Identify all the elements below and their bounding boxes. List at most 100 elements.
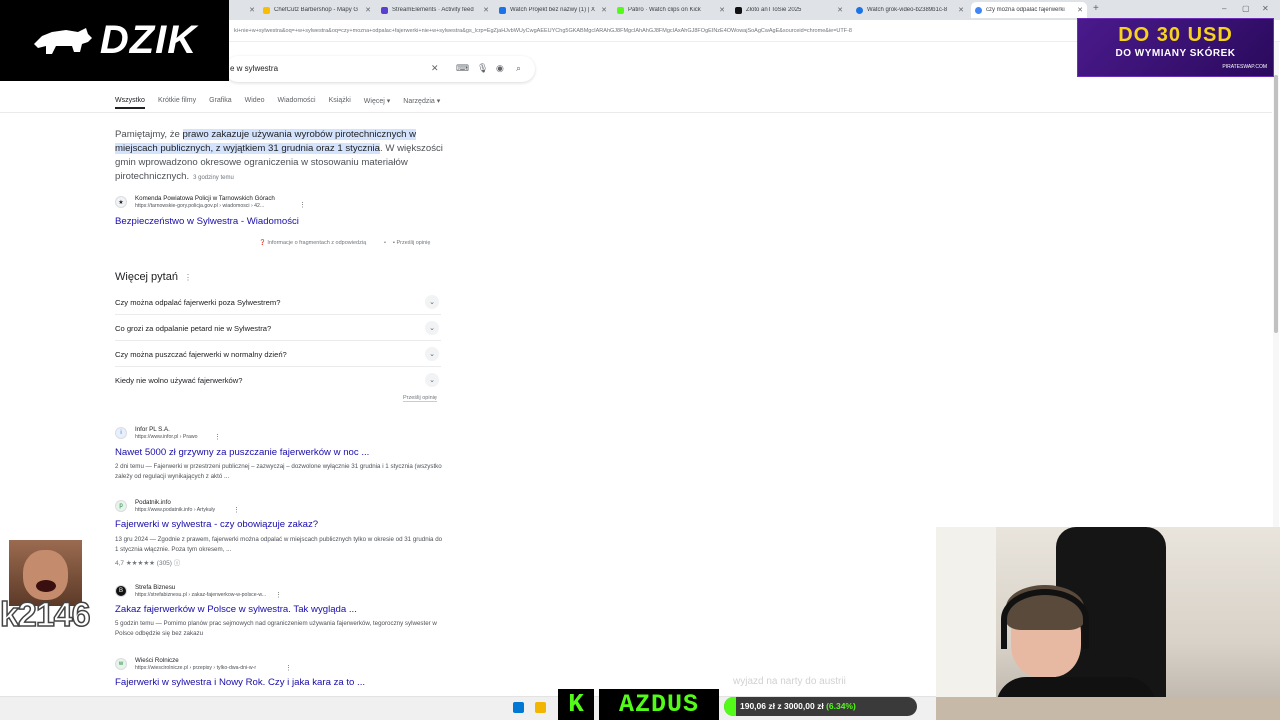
tab-label: Watch Projekt bez nazwy (1) | X: [510, 7, 596, 13]
more-options-icon[interactable]: ⋮: [285, 664, 292, 672]
close-icon[interactable]: ✕: [719, 6, 725, 14]
snippet-source[interactable]: ★ Komenda Powiatowa Policji w Tarnowskic…: [115, 195, 435, 211]
headset-icon: [1001, 589, 1089, 649]
about-label: Informacje o fragmentach z odpowiedzią: [267, 240, 367, 246]
result-link[interactable]: Nawet 5000 zł grzywny za puszczanie faje…: [115, 447, 369, 458]
tab-partial[interactable]: ✕: [229, 2, 259, 18]
channel-logo: DZIK: [0, 0, 229, 81]
more-options-icon[interactable]: ⋮: [214, 433, 221, 441]
close-icon[interactable]: ✕: [483, 6, 489, 14]
search-box[interactable]: e w sylwestra ✕ ⌨ 🎙 ◉ ⌕: [225, 56, 535, 82]
snippet-age: 3 godziny temu: [193, 175, 234, 181]
paa-question[interactable]: Co grozi za odpalanie petard nie w Sylwe…: [115, 315, 441, 341]
paa-question-text: Czy można odpalać fajerwerki poza Sylwes…: [115, 298, 281, 307]
tab-label: [233, 7, 246, 13]
close-icon[interactable]: ✕: [958, 6, 964, 14]
close-icon[interactable]: ✕: [1077, 6, 1083, 14]
result-source[interactable]: w Wieści Rolnicze https://wiescirolnicze…: [115, 657, 435, 673]
maximize-icon[interactable]: ▢: [1242, 4, 1250, 13]
filter-news[interactable]: Wiadomości: [277, 97, 315, 109]
goal-progress-fill: [724, 697, 737, 716]
site-icon: [735, 6, 742, 14]
filter-short-videos[interactable]: Krótkie filmy: [158, 97, 196, 109]
close-icon[interactable]: ✕: [249, 6, 255, 14]
new-tab-button[interactable]: +: [1093, 3, 1099, 14]
tab-label: Złoto anTToSie 2025: [746, 7, 802, 13]
chevron-down-icon[interactable]: ⌄: [425, 295, 439, 309]
separator-dot: •: [384, 240, 386, 246]
divider: [0, 112, 1272, 113]
search-icon[interactable]: ⌕: [516, 63, 521, 74]
tab-maps[interactable]: ChefCutz Barbershop - Mapy G ✕: [259, 2, 375, 18]
result-link[interactable]: Bezpieczeństwo w Sylwestra - Wiadomości: [115, 216, 299, 227]
ad-headline: DO 30 USD: [1118, 24, 1233, 46]
scrollbar-thumb[interactable]: [1274, 75, 1278, 333]
info-icon[interactable]: ⓘ: [174, 560, 181, 567]
filter-images[interactable]: Grafika: [209, 97, 232, 109]
result-source[interactable]: p Podatnik.info https://www.podatnik.inf…: [115, 499, 435, 515]
about-snippets[interactable]: ❓ Informacje o fragmentach z odpowiedzią: [259, 240, 366, 246]
goal-text: 190,06 zł z 3000,00 zł (6.34%): [740, 701, 856, 711]
url-prefix: ki+nie+w+sylwestra&oq=: [234, 28, 295, 34]
close-icon[interactable]: ✕: [365, 6, 371, 14]
globe-icon: [856, 6, 863, 14]
feedback-link[interactable]: ▪ Prześlij opinię: [393, 240, 430, 246]
source-name: Komenda Powiatowa Policji w Tarnowskich …: [135, 195, 275, 202]
tab-grok-video[interactable]: Watch grok-video-b2389b1c-8 ✕: [852, 2, 968, 18]
goal-current: 190,06 zł: [740, 701, 775, 711]
filter-video[interactable]: Wideo: [245, 97, 265, 109]
result-link[interactable]: Fajerwerki w sylwestra - czy obowiązuje …: [115, 519, 318, 530]
filter-tools[interactable]: Narzędzia ▾: [403, 97, 440, 109]
more-options-icon[interactable]: ⋮: [184, 273, 192, 282]
close-window-icon[interactable]: ✕: [1262, 4, 1269, 13]
close-icon[interactable]: ✕: [601, 6, 607, 14]
search-input[interactable]: e w sylwestra: [230, 64, 278, 73]
face-shape: [23, 550, 68, 600]
chevron-down-icon[interactable]: ⌄: [425, 373, 439, 387]
tab-streamelements[interactable]: StreamElements · Activity feed ✕: [377, 2, 493, 18]
windows-start-icon[interactable]: [513, 702, 524, 713]
keyboard-icon[interactable]: ⌨: [456, 63, 469, 74]
tab-google-search[interactable]: czy można odpalać fajerwerki ✕: [971, 2, 1087, 18]
tab-label: ChefCutz Barbershop - Mapy G: [274, 7, 359, 13]
tab-watch-projekt[interactable]: Watch Projekt bez nazwy (1) | X ✕: [495, 2, 611, 18]
ad-subline: DO WYMIANY SKÓREK: [1115, 48, 1236, 59]
minimize-icon[interactable]: –: [1222, 4, 1226, 13]
tab-kick[interactable]: Patiro · Watch clips on Kick ✕: [613, 2, 729, 18]
paa-title: Więcej pytań ⋮: [115, 271, 192, 283]
lens-icon[interactable]: ◉: [496, 63, 504, 74]
result-description: 5 godzin temu — Pomimo planów prac sejmo…: [115, 620, 437, 637]
filter-all[interactable]: Wszystko: [115, 97, 145, 109]
site-favicon-icon: i: [115, 427, 127, 439]
paa-feedback-link[interactable]: Prześlij opinię: [403, 395, 437, 402]
result-link[interactable]: Zakaz fajerwerków w Polsce w sylwestra. …: [115, 604, 357, 615]
filter-more[interactable]: Więcej ▾: [364, 97, 390, 109]
paa-question[interactable]: Czy można puszczać fajerwerki w normalny…: [115, 341, 441, 367]
mouth-shape: [36, 580, 56, 592]
more-options-icon[interactable]: ⋮: [275, 591, 282, 599]
filter-books[interactable]: Książki: [329, 97, 351, 109]
result-source[interactable]: B Strefa Biznesu https://strefabiznesu.p…: [115, 584, 435, 600]
source-url: https://www.podatnik.info › Artykuły: [135, 507, 216, 513]
close-icon[interactable]: ✕: [837, 6, 843, 14]
kick-logo-icon: K: [558, 689, 594, 720]
chevron-down-icon[interactable]: ⌄: [425, 347, 439, 361]
more-options-icon[interactable]: ⋮: [299, 201, 306, 209]
file-explorer-icon[interactable]: [535, 702, 546, 713]
tab-zloto[interactable]: Złoto anTToSie 2025 ✕: [731, 2, 847, 18]
paa-question-text: Czy można puszczać fajerwerki w normalny…: [115, 350, 287, 359]
paa-question[interactable]: Czy można odpalać fajerwerki poza Sylwes…: [115, 289, 441, 315]
microphone-icon[interactable]: 🎙: [477, 63, 488, 74]
more-options-icon[interactable]: ⋮: [233, 506, 240, 514]
featured-snippet: Pamiętajmy, że prawo zakazuje używania w…: [115, 128, 445, 185]
desk-shape: [936, 697, 1280, 720]
result-source[interactable]: i Infor PL S.A. https://www.infor.pl › P…: [115, 426, 435, 442]
clear-icon[interactable]: ✕: [431, 63, 439, 74]
search-filters: Wszystko Krótkie filmy Grafika Wideo Wia…: [115, 97, 453, 109]
paa-question[interactable]: Kiedy nie wolno używać fajerwerków? ⌄: [115, 367, 441, 393]
result-link[interactable]: Fajerwerki w sylwestra i Nowy Rok. Czy i…: [115, 677, 365, 688]
url-text[interactable]: ki+nie+w+sylwestra&oq=+w+sylwestra&oq=cz…: [234, 28, 1074, 34]
result-description: 13 gru 2024 — Zgodnie z prawem, fajerwer…: [115, 536, 443, 553]
chevron-down-icon[interactable]: ⌄: [425, 321, 439, 335]
feedback-label: Prześlij opinię: [396, 240, 431, 246]
